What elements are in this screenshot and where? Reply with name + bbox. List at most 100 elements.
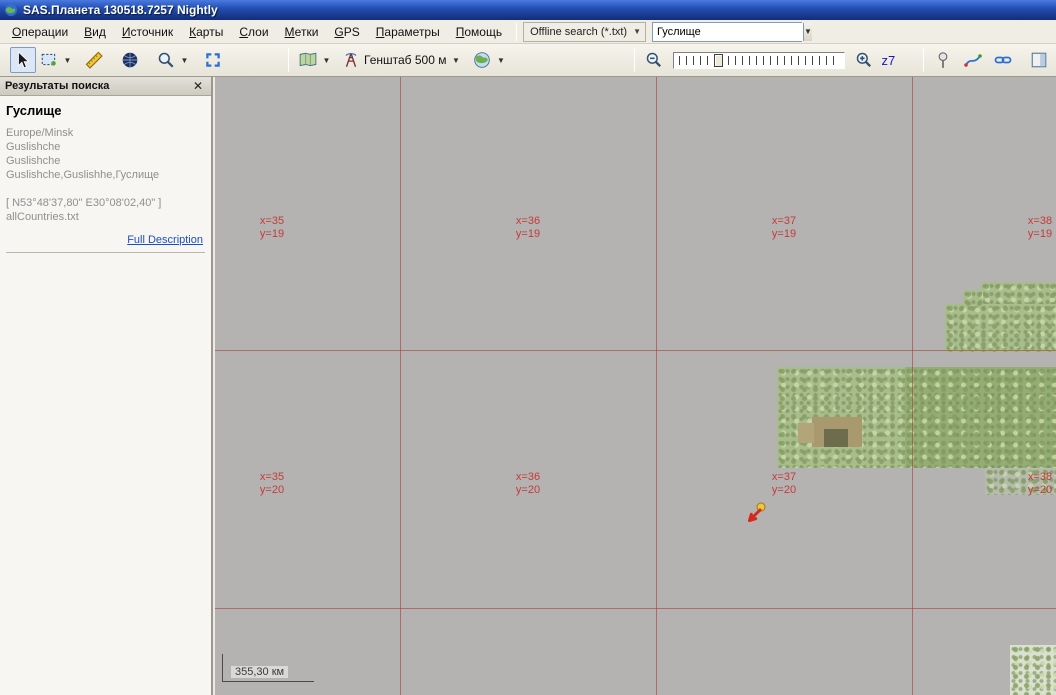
layers-globe-icon — [473, 51, 491, 69]
result-alt-name: Guslishche — [6, 140, 205, 154]
search-dropdown-button[interactable]: ▼ — [803, 23, 812, 41]
zoom-in-button[interactable] — [851, 47, 877, 73]
menu-gps[interactable]: GPS — [326, 22, 367, 42]
result-source-file: allCountries.txt — [6, 210, 205, 224]
panel-body: Гуслище Europe/Minsk Guslishche Guslishc… — [0, 96, 211, 253]
red-arrow-icon — [743, 500, 769, 528]
chain-link-icon — [994, 51, 1012, 69]
menu-layers[interactable]: Слои — [231, 22, 276, 42]
active-map-label: Генштаб 500 м — [364, 53, 446, 67]
result-region: Europe/Minsk — [6, 126, 205, 140]
toolbar-separator — [923, 48, 924, 72]
layers-button[interactable] — [469, 47, 495, 73]
panel-header: Результаты поиска ✕ — [0, 77, 211, 96]
tile-label: x=35y=19 — [260, 215, 284, 241]
search-results-panel: Результаты поиска ✕ Гуслище Europe/Minsk… — [0, 77, 213, 695]
panel-toggle-button[interactable] — [1026, 47, 1052, 73]
panel-title: Результаты поиска — [5, 80, 109, 92]
genshtab-map-icon — [342, 51, 360, 69]
route-icon — [964, 51, 982, 69]
offline-search-label: Offline search (*.txt) — [530, 26, 627, 38]
close-icon[interactable]: ✕ — [190, 79, 206, 93]
tile-label: x=37y=20 — [772, 471, 796, 497]
route-search-button[interactable] — [960, 47, 986, 73]
main-toolbar: ▼ ▼ ▼ Генштаб 500 м ▼ ▼ z7 — [0, 44, 1056, 77]
toolbar-separator — [634, 48, 635, 72]
title-bar: SAS.Планета 130518.7257 Nightly — [0, 0, 1056, 20]
link-button[interactable] — [990, 47, 1016, 73]
globe-tool-button[interactable] — [117, 47, 143, 73]
panel-toggle-icon — [1030, 51, 1048, 69]
search-input[interactable] — [653, 23, 803, 41]
tile-label: x=38y=19 — [1028, 215, 1052, 241]
selection-tool-button[interactable] — [36, 47, 62, 73]
zoom-slider[interactable] — [673, 52, 845, 69]
satellite-field-tile — [824, 429, 848, 447]
ruler-tool-button[interactable] — [81, 47, 107, 73]
menu-placemarks[interactable]: Метки — [277, 22, 327, 42]
grid-line — [215, 608, 1056, 609]
tile-label: x=36y=19 — [516, 215, 540, 241]
tile-label: x=38y=20 — [1028, 471, 1052, 497]
zoom-level-label: z7 — [881, 53, 895, 68]
tile-label: x=36y=20 — [516, 471, 540, 497]
result-alt-name: Guslishche,Guslishhe,Гуслище — [6, 168, 205, 182]
result-name: Гуслище — [6, 103, 205, 118]
menu-maps[interactable]: Карты — [181, 22, 231, 42]
active-map-button[interactable]: Генштаб 500 м ▼ — [338, 47, 465, 73]
satellite-tile — [905, 367, 1056, 468]
tile-label: x=35y=20 — [260, 471, 284, 497]
fullscreen-icon — [204, 51, 222, 69]
menu-view[interactable]: Вид — [76, 22, 114, 42]
menu-bar: Операции Вид Источник Карты Слои Метки G… — [0, 20, 1056, 44]
result-coordinates: [ N53°48'37,80" E30°08'02,40" ] — [6, 196, 205, 210]
grid-line — [912, 77, 913, 695]
satellite-tile — [963, 290, 983, 306]
cursor-icon — [14, 51, 32, 69]
search-result-marker — [743, 500, 769, 528]
toolbar-separator — [288, 48, 289, 72]
tile-label: x=37y=19 — [772, 215, 796, 241]
selection-rect-icon — [40, 51, 58, 69]
grid-line — [400, 77, 401, 695]
zoom-out-button[interactable] — [641, 47, 667, 73]
magnifier-dropdown-arrow[interactable]: ▼ — [179, 47, 190, 73]
layers-dropdown-arrow[interactable]: ▼ — [495, 47, 506, 73]
satellite-tile — [1010, 645, 1056, 695]
magnifier-tool-button[interactable] — [153, 47, 179, 73]
map-viewport[interactable]: x=35y=19 x=36y=19 x=37y=19 x=38y=19 x=35… — [215, 77, 1056, 695]
fullscreen-button[interactable] — [200, 47, 226, 73]
grid-line — [215, 350, 1056, 351]
search-combobox: ▼ — [652, 22, 802, 42]
map-source-button[interactable] — [295, 47, 321, 73]
zoom-out-icon — [645, 51, 663, 69]
full-description-link[interactable]: Full Description — [127, 234, 203, 246]
menu-operations[interactable]: Операции — [4, 22, 76, 42]
chevron-down-icon: ▼ — [633, 27, 641, 36]
map-source-dropdown-arrow[interactable]: ▼ — [321, 47, 332, 73]
cursor-tool-button[interactable] — [10, 47, 36, 73]
active-map-dropdown-arrow[interactable]: ▼ — [450, 47, 461, 73]
zoom-in-icon — [855, 51, 873, 69]
placemark-button[interactable] — [930, 47, 956, 73]
menu-separator — [516, 23, 517, 41]
panel-divider — [6, 252, 205, 253]
selection-dropdown-arrow[interactable]: ▼ — [62, 47, 73, 73]
offline-search-dropdown[interactable]: Offline search (*.txt) ▼ — [523, 22, 646, 42]
menu-source[interactable]: Источник — [114, 22, 181, 42]
app-icon — [4, 3, 18, 17]
menu-settings[interactable]: Параметры — [368, 22, 448, 42]
scale-indicator: 355,30 км — [222, 654, 314, 682]
link-row: Full Description — [6, 232, 203, 246]
magnifier-icon — [157, 51, 175, 69]
satellite-tile — [945, 304, 1056, 352]
globe-icon — [121, 51, 139, 69]
zoom-slider-thumb[interactable] — [714, 54, 723, 67]
menu-help[interactable]: Помощь — [448, 22, 510, 42]
scale-label: 355,30 км — [231, 666, 288, 678]
satellite-field-tile — [798, 423, 814, 443]
window-title: SAS.Планета 130518.7257 Nightly — [23, 3, 218, 17]
ruler-icon — [85, 51, 103, 69]
grid-line — [656, 77, 657, 695]
placemark-pin-icon — [934, 51, 952, 69]
